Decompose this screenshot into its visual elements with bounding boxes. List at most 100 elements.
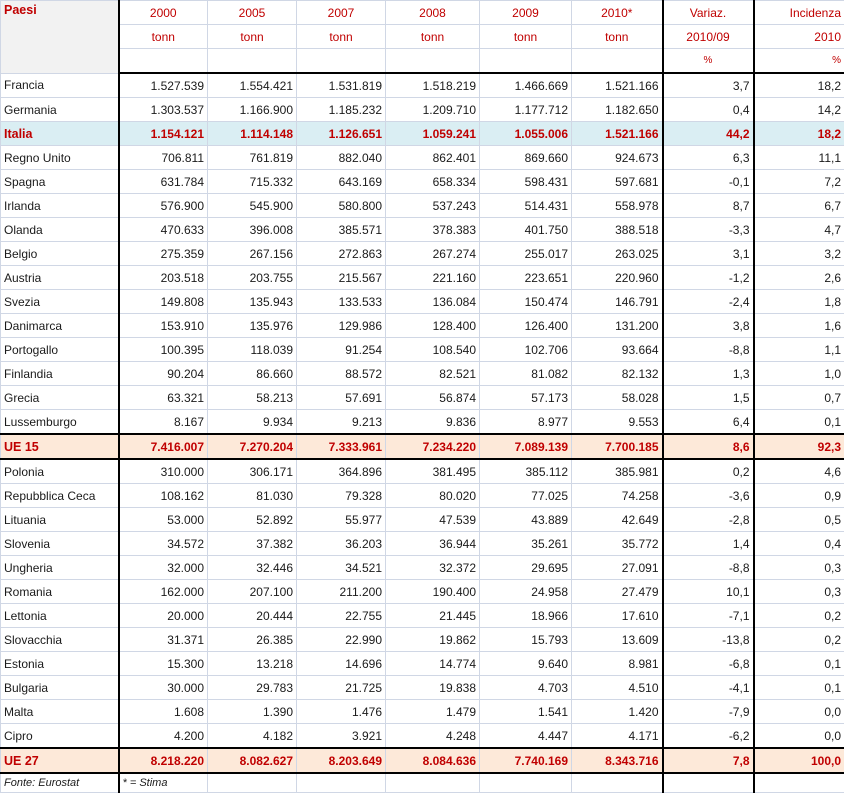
tonnage-value: 7.333.961	[297, 434, 386, 459]
tonnage-value: 203.518	[119, 266, 208, 290]
tonnage-value: 131.200	[572, 314, 663, 338]
table-row: Malta1.6081.3901.4761.4791.5411.420-7,90…	[1, 700, 844, 724]
empty-cell	[297, 773, 386, 793]
variation-value: -6,8	[663, 652, 754, 676]
header-blank	[208, 49, 297, 74]
header-year: 2000	[119, 1, 208, 25]
tonnage-value: 118.039	[208, 338, 297, 362]
incidence-value: 0,4	[754, 532, 844, 556]
tonnage-value: 8.167	[119, 410, 208, 435]
tonnage-value: 14.774	[386, 652, 480, 676]
tonnage-value: 136.084	[386, 290, 480, 314]
tonnage-value: 135.976	[208, 314, 297, 338]
incidence-value: 0,0	[754, 724, 844, 749]
tonnage-value: 1.476	[297, 700, 386, 724]
tonnage-value: 8.981	[572, 652, 663, 676]
variation-value: -3,3	[663, 218, 754, 242]
tonnage-value: 42.649	[572, 508, 663, 532]
tonnage-value: 17.610	[572, 604, 663, 628]
table-footer: Fonte: Eurostat * = Stima	[1, 773, 844, 793]
variation-value: -2,8	[663, 508, 754, 532]
tonnage-value: 580.800	[297, 194, 386, 218]
tonnage-value: 15.300	[119, 652, 208, 676]
tonnage-value: 88.572	[297, 362, 386, 386]
tonnage-value: 1.154.121	[119, 122, 208, 146]
tonnage-value: 47.539	[386, 508, 480, 532]
table-row: Germania1.303.5371.166.9001.185.2321.209…	[1, 98, 844, 122]
tonnage-value: 882.040	[297, 146, 386, 170]
variation-value: 3,8	[663, 314, 754, 338]
tonnage-value: 22.755	[297, 604, 386, 628]
variation-value: 8,6	[663, 434, 754, 459]
empty-cell	[208, 773, 297, 793]
header-blank	[119, 49, 208, 74]
country-name: Lussemburgo	[1, 410, 119, 435]
tonnage-value: 545.900	[208, 194, 297, 218]
tonnage-value: 537.243	[386, 194, 480, 218]
tonnage-value: 36.203	[297, 532, 386, 556]
tonnage-value: 9.553	[572, 410, 663, 435]
country-name: Romania	[1, 580, 119, 604]
tonnage-value: 1.114.148	[208, 122, 297, 146]
tonnage-value: 1.209.710	[386, 98, 480, 122]
tonnage-value: 1.420	[572, 700, 663, 724]
incidence-value: 0,2	[754, 628, 844, 652]
table-row: Austria203.518203.755215.567221.160223.6…	[1, 266, 844, 290]
header-blank	[480, 49, 572, 74]
tonnage-value: 128.400	[386, 314, 480, 338]
tonnage-value: 7.740.169	[480, 748, 572, 773]
variation-value: -6,2	[663, 724, 754, 749]
incidence-value: 4,7	[754, 218, 844, 242]
tonnage-value: 631.784	[119, 170, 208, 194]
country-name: Estonia	[1, 652, 119, 676]
tonnage-value: 1.527.539	[119, 73, 208, 98]
incidence-value: 14,2	[754, 98, 844, 122]
tonnage-value: 9.934	[208, 410, 297, 435]
country-name: Svezia	[1, 290, 119, 314]
tonnage-value: 29.783	[208, 676, 297, 700]
tonnage-value: 52.892	[208, 508, 297, 532]
incidence-value: 0,5	[754, 508, 844, 532]
source-note: Fonte: Eurostat	[1, 773, 119, 793]
tonnage-value: 514.431	[480, 194, 572, 218]
tonnage-value: 203.755	[208, 266, 297, 290]
tonnage-value: 20.000	[119, 604, 208, 628]
tonnage-value: 108.162	[119, 484, 208, 508]
tonnage-value: 9.836	[386, 410, 480, 435]
table-row: Finlandia90.20486.66088.57282.52181.0828…	[1, 362, 844, 386]
variation-value: -7,1	[663, 604, 754, 628]
tonnage-value: 53.000	[119, 508, 208, 532]
tonnage-value: 223.651	[480, 266, 572, 290]
tonnage-value: 14.696	[297, 652, 386, 676]
tonnage-value: 7.700.185	[572, 434, 663, 459]
country-name: Belgio	[1, 242, 119, 266]
country-name: Germania	[1, 98, 119, 122]
tonnage-value: 133.533	[297, 290, 386, 314]
tonnage-value: 7.089.139	[480, 434, 572, 459]
incidence-value: 92,3	[754, 434, 844, 459]
tonnage-value: 221.160	[386, 266, 480, 290]
tonnage-value: 56.874	[386, 386, 480, 410]
country-name: Slovenia	[1, 532, 119, 556]
tonnage-value: 1.521.166	[572, 73, 663, 98]
tonnage-value: 1.518.219	[386, 73, 480, 98]
country-name: Austria	[1, 266, 119, 290]
header-blank	[297, 49, 386, 74]
header-year: 2008	[386, 1, 480, 25]
variation-value: -2,4	[663, 290, 754, 314]
country-name: Slovacchia	[1, 628, 119, 652]
variation-value: -7,9	[663, 700, 754, 724]
incidence-value: 6,7	[754, 194, 844, 218]
tonnage-value: 57.173	[480, 386, 572, 410]
tonnage-value: 24.958	[480, 580, 572, 604]
tonnage-value: 55.977	[297, 508, 386, 532]
variation-value: 44,2	[663, 122, 754, 146]
country-name: Danimarca	[1, 314, 119, 338]
incidence-value: 0,7	[754, 386, 844, 410]
country-name: Irlanda	[1, 194, 119, 218]
tonnage-value: 27.479	[572, 580, 663, 604]
tonnage-value: 153.910	[119, 314, 208, 338]
header-incidence-year: 2010	[754, 25, 844, 49]
tonnage-value: 57.691	[297, 386, 386, 410]
tonnage-value: 207.100	[208, 580, 297, 604]
